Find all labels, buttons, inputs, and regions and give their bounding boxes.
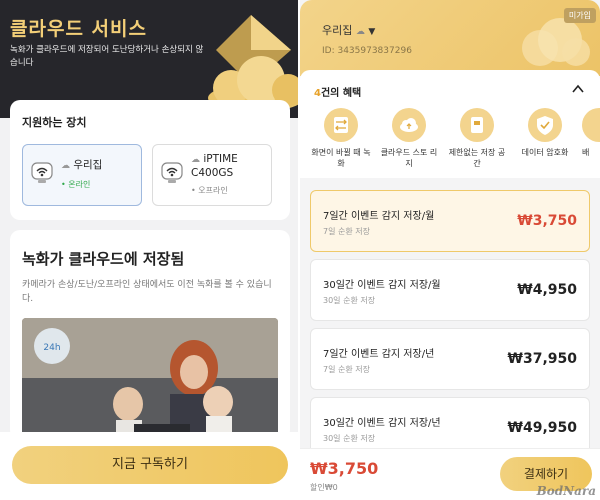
plan-description: 7일 순환 저장 bbox=[323, 227, 370, 236]
family-photo: 24h bbox=[22, 318, 278, 440]
cloud-storage-feature-card: 녹화가 클라우드에 저장됨 카메라가 손상/도난/오프라인 상태에서도 이전 녹… bbox=[10, 230, 290, 440]
benefits-section: 4건의 혜택 화면이 바뀔 때 녹화 클라우드 스토 리지 제한없는 저장 공간 bbox=[300, 70, 600, 178]
benefit-label: 클라우드 스토 리지 bbox=[380, 148, 438, 168]
device-name: 우리집 bbox=[73, 159, 103, 171]
watermark-logo: BodNara bbox=[536, 484, 596, 498]
device-name: 우리집 bbox=[322, 24, 353, 37]
subscribe-now-button[interactable]: 지금 구독하기 bbox=[12, 446, 288, 484]
plan-price: ₩37,950 bbox=[507, 351, 577, 367]
cloud-icon: ☁ bbox=[191, 155, 200, 165]
benefit-item-recording: 화면이 바뀔 때 녹화 bbox=[310, 108, 372, 169]
page-title: 클라우드 서비스 bbox=[10, 18, 147, 40]
plan-option-7day-yearly[interactable]: 7일간 이벤트 감지 저장/년 7일 순환 저장 ₩37,950 bbox=[310, 328, 590, 390]
cloud-icon: ☁ bbox=[355, 27, 365, 37]
total-price: ₩3,750 bbox=[310, 459, 379, 478]
plan-price: ₩3,750 bbox=[517, 213, 577, 229]
gold-cloud-illustration bbox=[208, 15, 300, 110]
benefit-label: 배 bbox=[582, 148, 590, 157]
plan-name: 30일간 이벤트 감지 저장/월 bbox=[323, 280, 441, 291]
plan-description: 30일 순환 저장 bbox=[323, 434, 376, 443]
device-status-online: • 온라인 bbox=[61, 180, 91, 189]
device-option-home[interactable]: ☁ 우리집 • 온라인 bbox=[22, 144, 142, 206]
24h-badge: 24h bbox=[43, 343, 60, 353]
plan-description: 7일 순환 저장 bbox=[323, 365, 370, 374]
cloud-plan-purchase-screen: 우리집 ☁ ▼ ID: 3435973837296 미가입 4건의 혜택 화면이… bbox=[300, 0, 600, 500]
checkout-bar: ₩3,750 할인₩0 결제하기 BodNara bbox=[300, 448, 600, 500]
plan-name: 7일간 이벤트 감지 저장/년 bbox=[323, 349, 435, 360]
device-header: 우리집 ☁ ▼ ID: 3435973837296 미가입 bbox=[300, 0, 600, 76]
feature-title: 녹화가 클라우드에 저장됨 bbox=[22, 250, 185, 268]
device-option-iptime[interactable]: ☁ iPTIME C400GS • 오프라인 bbox=[152, 144, 272, 206]
unlimited-storage-icon bbox=[460, 108, 494, 142]
cloud-storage-icon bbox=[392, 108, 426, 142]
unsubscribed-badge: 미가입 bbox=[563, 8, 596, 23]
discount-amount: 할인₩0 bbox=[310, 483, 338, 492]
wifi-camera-icon bbox=[161, 162, 183, 183]
device-status-offline: • 오프라인 bbox=[191, 186, 228, 195]
cloud-service-intro-screen: 클라우드 서비스 녹화가 클라우드에 저장되어 도난당하거나 손상되지 않습니다… bbox=[0, 0, 300, 500]
supported-devices-card: 지원하는 장치 ☁ 우리집 • 온라인 ☁ iPTIME C400GS • 오프… bbox=[10, 100, 290, 220]
device-selector[interactable]: 우리집 ☁ ▼ bbox=[322, 22, 375, 38]
benefit-item-unlimited: 제한없는 저장 공간 bbox=[446, 108, 508, 169]
page-subtitle: 녹화가 클라우드에 저장되어 도난당하거나 손상되지 않습니다 bbox=[10, 45, 204, 68]
plan-option-7day-monthly[interactable]: 7일간 이벤트 감지 저장/월 7일 순환 저장 ₩3,750 bbox=[310, 190, 590, 252]
plan-price: ₩4,950 bbox=[517, 282, 577, 298]
benefit-item-more: 배 bbox=[582, 108, 600, 158]
plan-price: ₩49,950 bbox=[507, 420, 577, 436]
benefits-heading-text: 건의 혜택 bbox=[320, 88, 362, 99]
benefit-label: 데이터 암호화 bbox=[521, 148, 569, 157]
plan-name: 7일간 이벤트 감지 저장/월 bbox=[323, 211, 435, 222]
wifi-camera-icon bbox=[31, 162, 53, 183]
chevron-down-icon: ▼ bbox=[368, 27, 376, 37]
plan-description: 30일 순환 저장 bbox=[323, 296, 376, 305]
cloud-icon: ☁ bbox=[61, 161, 70, 171]
benefit-label: 화면이 바뀔 때 녹화 bbox=[311, 148, 371, 168]
benefits-count: 4 bbox=[314, 88, 321, 99]
benefit-label: 제한없는 저장 공간 bbox=[448, 148, 506, 168]
device-id: ID: 3435973837296 bbox=[322, 46, 412, 56]
device-name-line1: iPTIME bbox=[203, 153, 238, 165]
plan-option-30day-monthly[interactable]: 30일간 이벤트 감지 저장/월 30일 순환 저장 ₩4,950 bbox=[310, 259, 590, 321]
subscribe-bar: 지금 구독하기 bbox=[0, 432, 300, 500]
swap-icon bbox=[324, 108, 358, 142]
chevron-up-icon[interactable] bbox=[572, 84, 584, 94]
plan-name: 30일간 이벤트 감지 저장/년 bbox=[323, 418, 441, 429]
more-icon bbox=[582, 108, 600, 142]
benefit-item-cloud: 클라우드 스토 리지 bbox=[378, 108, 440, 169]
device-name-line2: C400GS bbox=[191, 167, 234, 179]
encryption-shield-icon bbox=[528, 108, 562, 142]
benefit-item-encryption: 데이터 암호화 bbox=[514, 108, 576, 158]
supported-devices-heading: 지원하는 장치 bbox=[22, 116, 87, 129]
benefits-heading: 4건의 혜택 bbox=[314, 84, 361, 99]
feature-description: 카메라가 손상/도난/오프라인 상태에서도 이전 녹화를 볼 수 있습니다. bbox=[22, 280, 272, 304]
